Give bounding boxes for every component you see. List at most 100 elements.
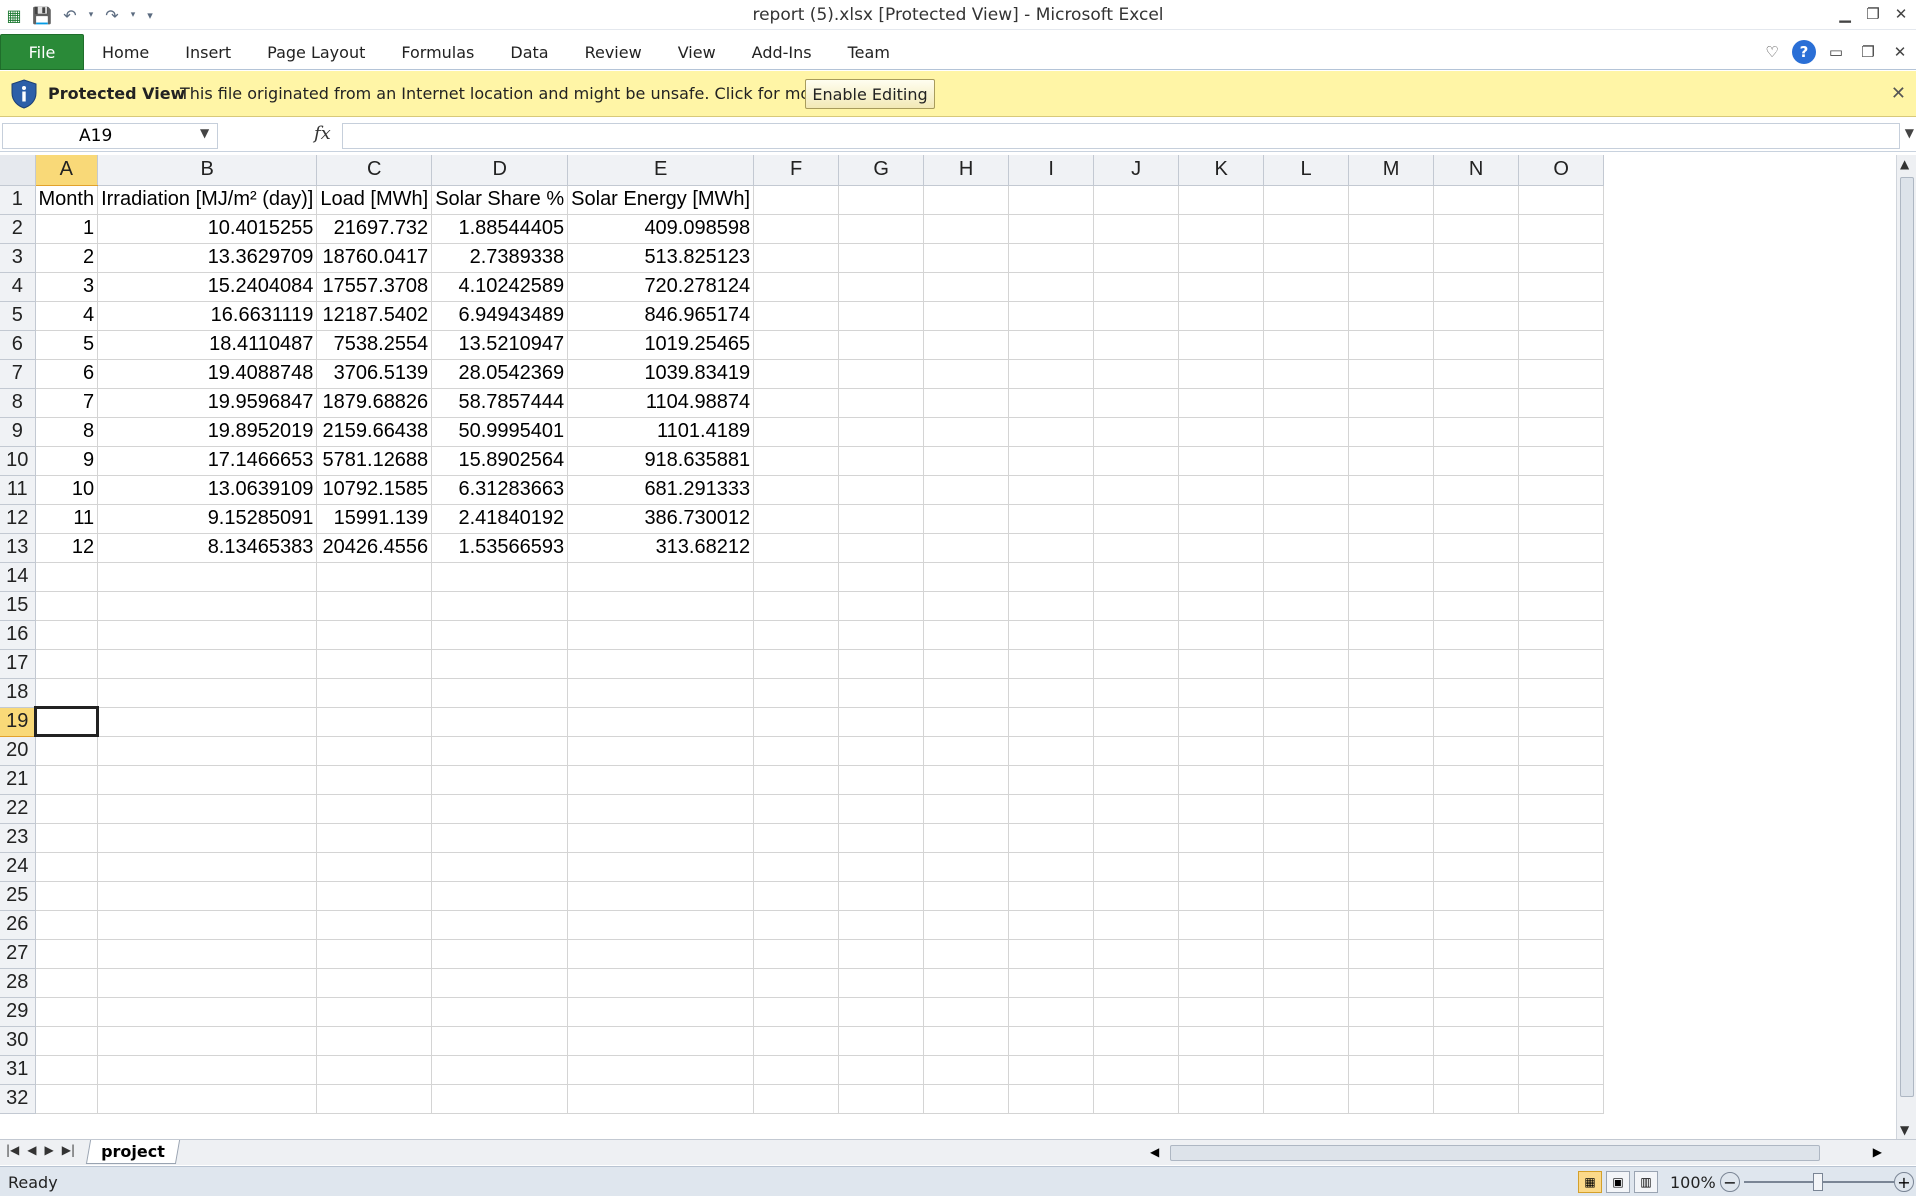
protected-view-bar[interactable]: Protected View This file originated from…: [0, 71, 1916, 117]
cell-h21[interactable]: [923, 765, 1010, 795]
cell-k12[interactable]: [1178, 504, 1265, 534]
cell-c23[interactable]: [316, 823, 433, 853]
cell-d6[interactable]: 13.5210947: [431, 330, 569, 360]
cell-m19[interactable]: [1348, 707, 1435, 737]
cell-c22[interactable]: [316, 794, 433, 824]
horizontal-scrollbar[interactable]: ◀ ▶: [1146, 1143, 1886, 1163]
cell-g28[interactable]: [838, 968, 925, 998]
tab-review[interactable]: Review: [567, 34, 660, 70]
cell-h31[interactable]: [923, 1055, 1010, 1085]
cell-l12[interactable]: [1263, 504, 1350, 534]
cell-j15[interactable]: [1093, 591, 1180, 621]
cell-o17[interactable]: [1518, 649, 1605, 679]
cell-k20[interactable]: [1178, 736, 1265, 766]
cell-a23[interactable]: [35, 823, 99, 853]
cell-e15[interactable]: [567, 591, 755, 621]
cell-d8[interactable]: 58.7857444: [431, 388, 569, 418]
cell-m3[interactable]: [1348, 243, 1435, 273]
cell-f27[interactable]: [753, 939, 840, 969]
first-sheet-icon[interactable]: |◀: [6, 1143, 19, 1157]
cell-d25[interactable]: [431, 881, 569, 911]
protected-view-message[interactable]: This file originated from an Internet lo…: [180, 84, 890, 103]
row-header-28[interactable]: 28: [0, 968, 36, 998]
scroll-right-icon[interactable]: ▶: [1873, 1145, 1882, 1159]
cell-i2[interactable]: [1008, 214, 1095, 244]
cell-o1[interactable]: [1518, 185, 1605, 215]
cell-n31[interactable]: [1433, 1055, 1520, 1085]
cell-l21[interactable]: [1263, 765, 1350, 795]
cell-l26[interactable]: [1263, 910, 1350, 940]
cell-o3[interactable]: [1518, 243, 1605, 273]
cell-i22[interactable]: [1008, 794, 1095, 824]
cell-h1[interactable]: [923, 185, 1010, 215]
horizontal-scroll-thumb[interactable]: [1170, 1145, 1820, 1161]
cell-n25[interactable]: [1433, 881, 1520, 911]
formula-input[interactable]: [342, 123, 1900, 149]
cell-b10[interactable]: 17.1466653: [97, 446, 318, 476]
cell-g15[interactable]: [838, 591, 925, 621]
select-all-corner[interactable]: [0, 155, 36, 186]
cell-e12[interactable]: 386.730012: [567, 504, 755, 534]
worksheet-grid[interactable]: A B C D E F G H I J K L M N O 1 Month Irradiation [MJ/m² …: [0, 155, 1896, 1139]
cell-c32[interactable]: [316, 1084, 433, 1114]
cell-k22[interactable]: [1178, 794, 1265, 824]
cell-g17[interactable]: [838, 649, 925, 679]
row-header-5[interactable]: 5: [0, 301, 36, 331]
cell-d32[interactable]: [431, 1084, 569, 1114]
cell-c27[interactable]: [316, 939, 433, 969]
cell-c31[interactable]: [316, 1055, 433, 1085]
cell-h14[interactable]: [923, 562, 1010, 592]
cell-b24[interactable]: [97, 852, 318, 882]
cell-a4[interactable]: 3: [35, 272, 99, 302]
cell-n6[interactable]: [1433, 330, 1520, 360]
cell-c1[interactable]: Load [MWh]: [316, 185, 433, 215]
cell-d11[interactable]: 6.31283663: [431, 475, 569, 505]
cell-h2[interactable]: [923, 214, 1010, 244]
cell-a10[interactable]: 9: [35, 446, 99, 476]
cell-h6[interactable]: [923, 330, 1010, 360]
cell-k30[interactable]: [1178, 1026, 1265, 1056]
cell-j32[interactable]: [1093, 1084, 1180, 1114]
scroll-left-icon[interactable]: ◀: [1150, 1145, 1159, 1159]
cell-m24[interactable]: [1348, 852, 1435, 882]
cell-b19[interactable]: [97, 707, 318, 737]
row-header-13[interactable]: 13: [0, 533, 36, 563]
row-header-31[interactable]: 31: [0, 1055, 36, 1085]
cell-b2[interactable]: 10.4015255: [97, 214, 318, 244]
cell-f17[interactable]: [753, 649, 840, 679]
cell-b12[interactable]: 9.15285091: [97, 504, 318, 534]
cell-j26[interactable]: [1093, 910, 1180, 940]
cell-h26[interactable]: [923, 910, 1010, 940]
cell-n28[interactable]: [1433, 968, 1520, 998]
cell-e19[interactable]: [567, 707, 755, 737]
cell-n21[interactable]: [1433, 765, 1520, 795]
cell-i32[interactable]: [1008, 1084, 1095, 1114]
cell-i26[interactable]: [1008, 910, 1095, 940]
cell-a12[interactable]: 11: [35, 504, 99, 534]
cell-h13[interactable]: [923, 533, 1010, 563]
cell-j24[interactable]: [1093, 852, 1180, 882]
cell-e20[interactable]: [567, 736, 755, 766]
cell-g27[interactable]: [838, 939, 925, 969]
cell-b7[interactable]: 19.4088748: [97, 359, 318, 389]
cell-m1[interactable]: [1348, 185, 1435, 215]
cell-o10[interactable]: [1518, 446, 1605, 476]
cell-k16[interactable]: [1178, 620, 1265, 650]
cell-a24[interactable]: [35, 852, 99, 882]
cell-n8[interactable]: [1433, 388, 1520, 418]
cell-m7[interactable]: [1348, 359, 1435, 389]
cell-f21[interactable]: [753, 765, 840, 795]
cell-j4[interactable]: [1093, 272, 1180, 302]
cell-l27[interactable]: [1263, 939, 1350, 969]
cell-a5[interactable]: 4: [35, 301, 99, 331]
cell-f4[interactable]: [753, 272, 840, 302]
cell-n18[interactable]: [1433, 678, 1520, 708]
cell-g25[interactable]: [838, 881, 925, 911]
cell-a7[interactable]: 6: [35, 359, 99, 389]
cell-b18[interactable]: [97, 678, 318, 708]
cell-n13[interactable]: [1433, 533, 1520, 563]
cell-i16[interactable]: [1008, 620, 1095, 650]
spreadsheet-table[interactable]: A B C D E F G H I J K L M N O 1 Month Irradiation [MJ/m² …: [0, 155, 1605, 1114]
tab-add-ins[interactable]: Add-Ins: [734, 34, 830, 70]
cell-g24[interactable]: [838, 852, 925, 882]
